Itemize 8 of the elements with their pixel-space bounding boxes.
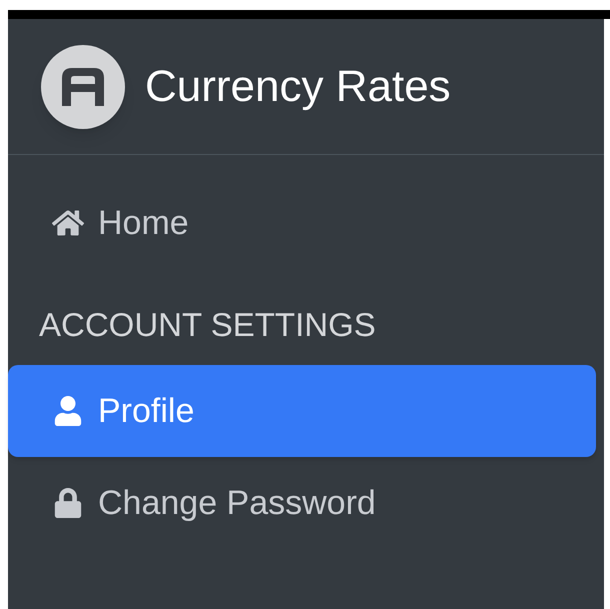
nav-link[interactable]: Home bbox=[8, 177, 596, 269]
lock-icon bbox=[52, 488, 84, 518]
section-heading: ACCOUNT SETTINGS bbox=[38, 305, 377, 345]
app-title: Currency Rates bbox=[145, 60, 451, 112]
nav-link[interactable]: Change Password bbox=[8, 457, 596, 549]
home-icon bbox=[52, 208, 84, 238]
user-icon bbox=[52, 396, 84, 426]
nav-link[interactable]: Profile bbox=[8, 365, 596, 457]
